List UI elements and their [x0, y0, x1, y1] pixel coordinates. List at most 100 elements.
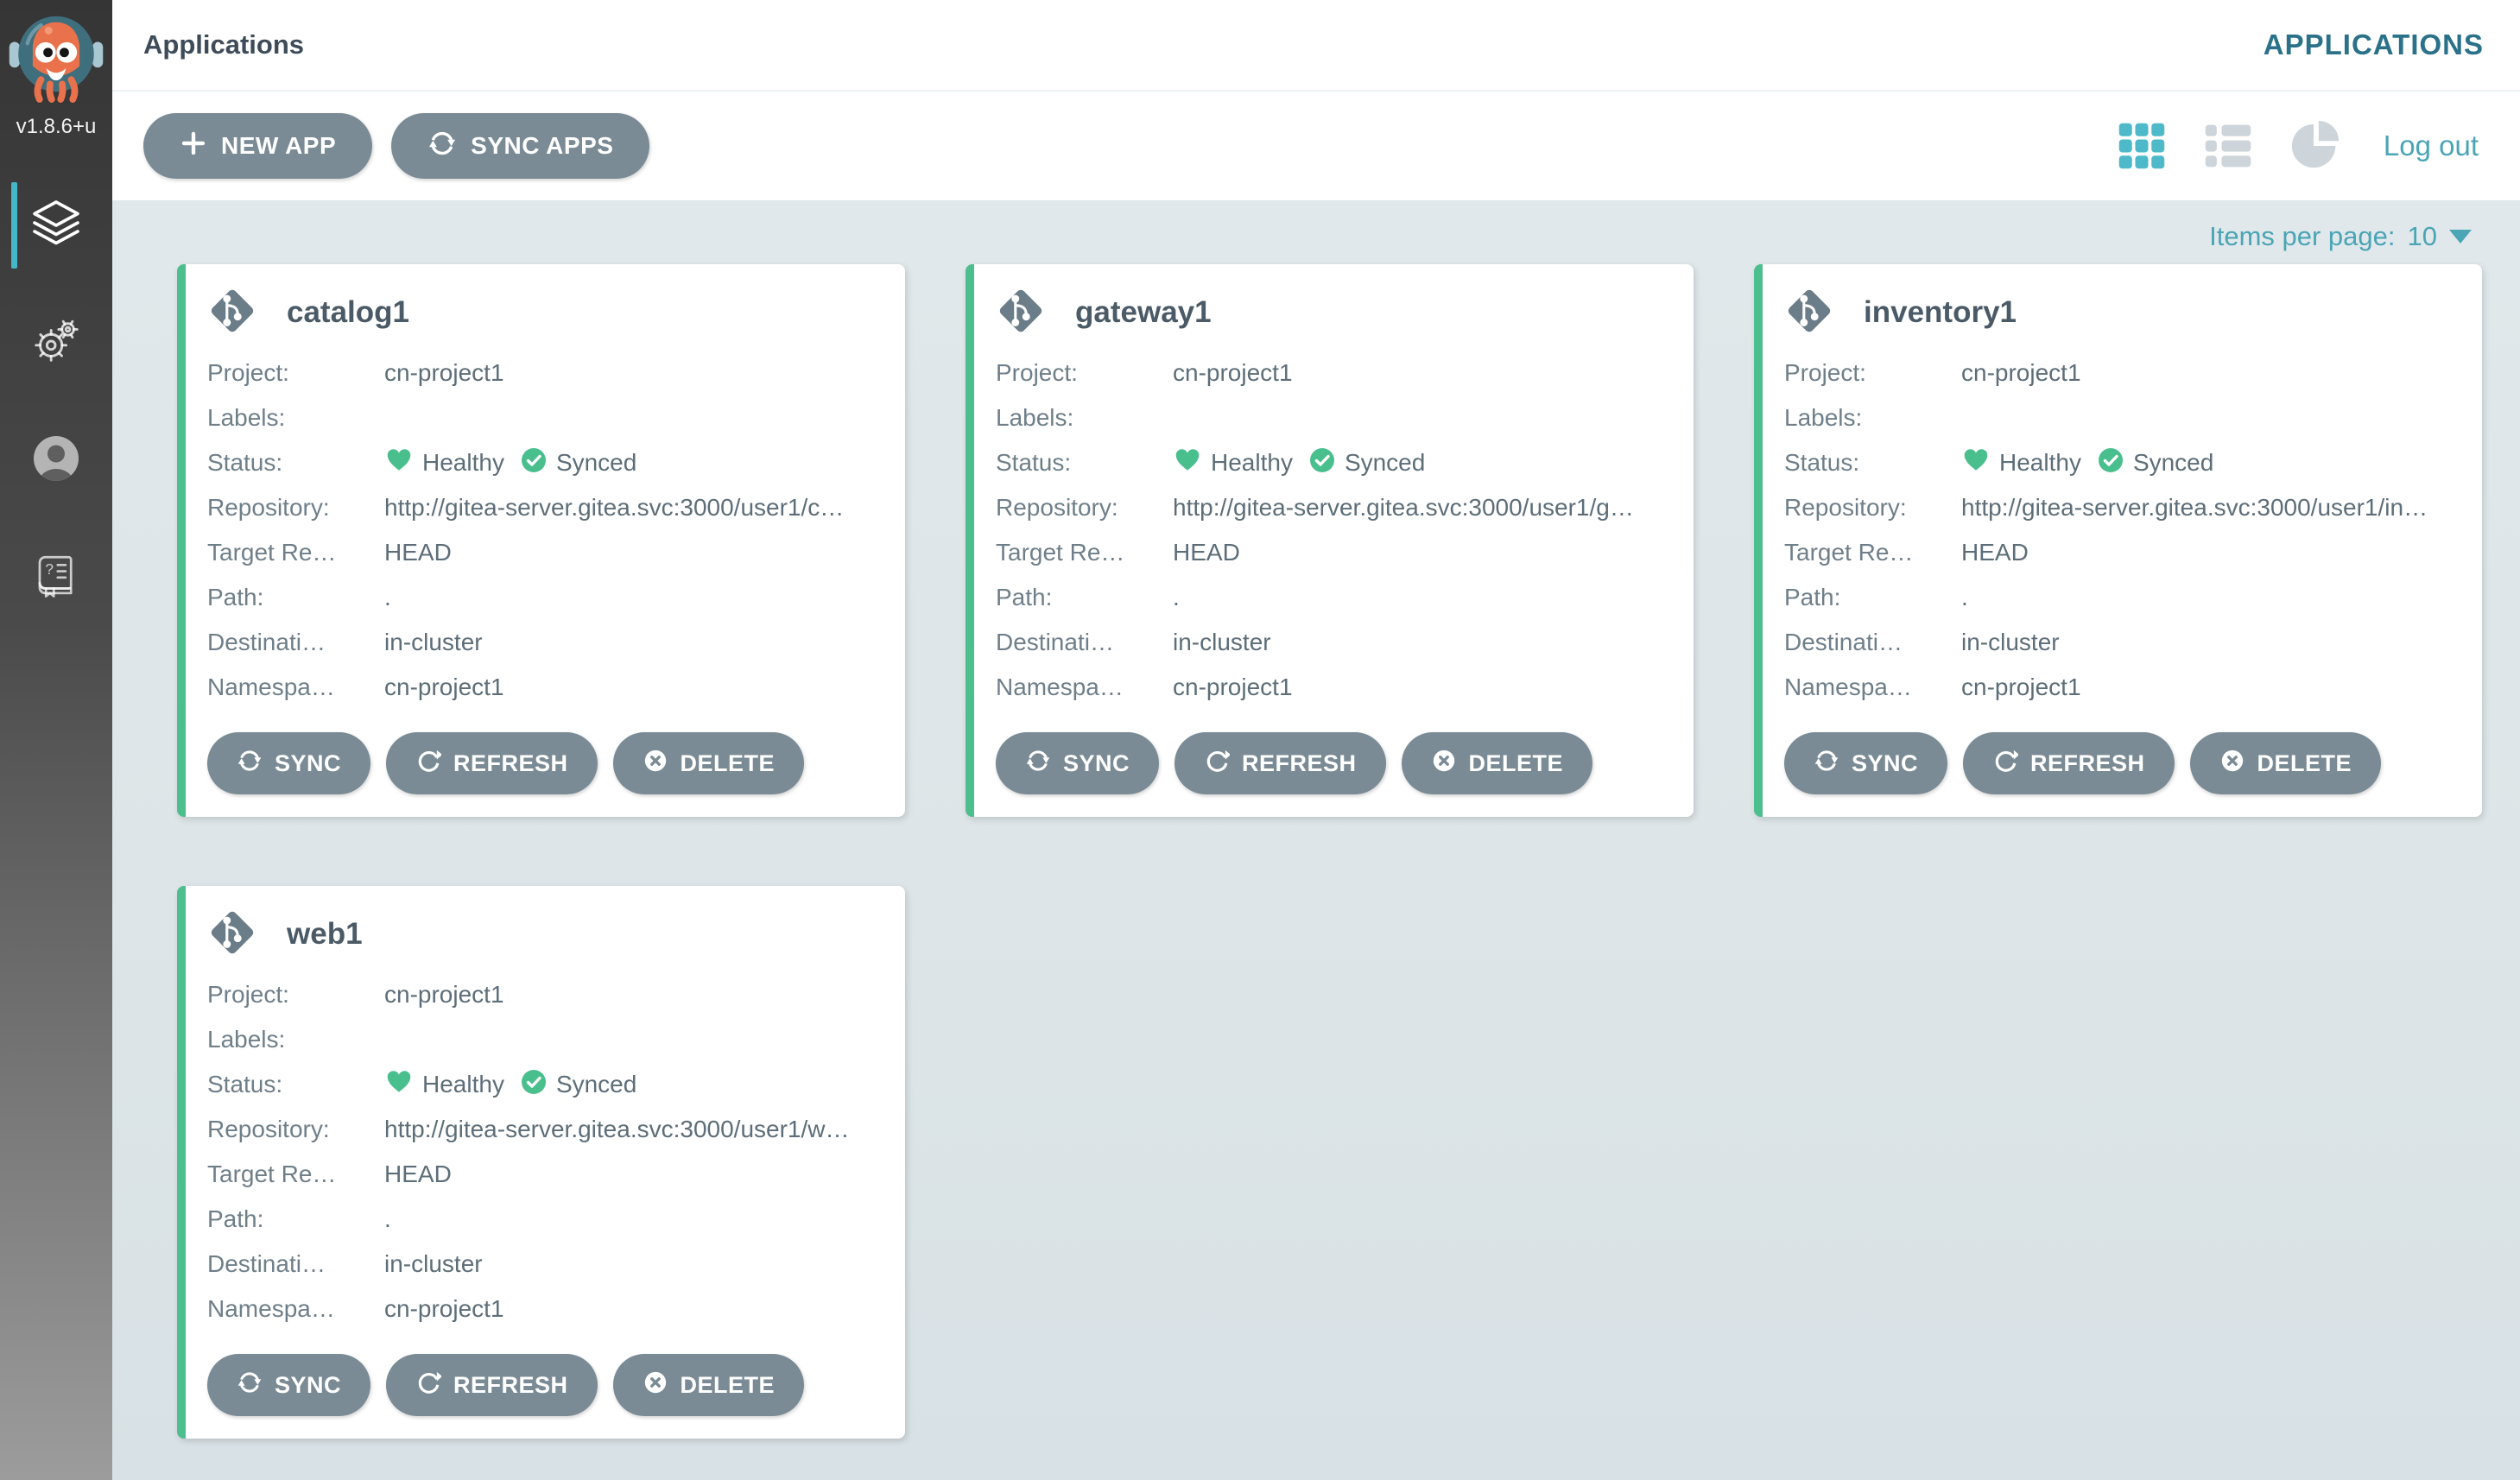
field-target-revision: Target Re… HEAD: [207, 530, 879, 575]
sync-label: SYNC: [275, 1371, 342, 1398]
sync-apps-button[interactable]: SYNC APPS: [391, 113, 650, 179]
field-value: .: [384, 1205, 391, 1232]
refresh-button[interactable]: REFRESH: [1963, 732, 2175, 794]
delete-label: DELETE: [2257, 749, 2352, 776]
delete-button[interactable]: DELETE: [1401, 732, 1593, 794]
field-value: http://gitea-server.gitea.svc:3000/user1…: [384, 494, 845, 521]
git-branch-diamond-icon: [207, 286, 257, 340]
refresh-button[interactable]: REFRESH: [1175, 732, 1386, 794]
layers-applications-icon: [28, 196, 84, 256]
field-label: Target Re…: [207, 1161, 337, 1187]
field-value: HEAD: [384, 1161, 452, 1187]
field-destination: Destinati… in-cluster: [1784, 620, 2456, 665]
delete-button[interactable]: DELETE: [612, 1354, 805, 1416]
field-label: Path:: [207, 584, 264, 610]
field-project: Project: cn-project1: [996, 351, 1668, 395]
refresh-button[interactable]: REFRESH: [386, 732, 598, 794]
card-actions: SYNC REFRESH DELETE: [996, 732, 1668, 794]
field-path: Path: .: [207, 1197, 879, 1242]
application-card[interactable]: gateway1 Project: cn-project1 Labels: St…: [966, 264, 1694, 817]
grid-view-icon[interactable]: [2116, 120, 2168, 172]
toolbar-right: Log out: [2116, 119, 2479, 173]
card-actions: SYNC REFRESH DELETE: [207, 1354, 879, 1416]
field-namespace: Namespa… cn-project1: [996, 665, 1668, 710]
field-destination: Destinati… in-cluster: [996, 620, 1668, 665]
field-value: in-cluster: [1961, 629, 2060, 655]
sidebar: v1.8.6+u ?: [0, 0, 112, 1480]
field-namespace: Namespa… cn-project1: [207, 1287, 879, 1331]
git-branch-diamond-icon: [996, 286, 1046, 340]
field-label: Status:: [207, 1071, 283, 1097]
refresh-label: REFRESH: [453, 749, 568, 776]
check-circle-synced-icon: [1308, 446, 1336, 480]
field-label: Namespa…: [996, 674, 1124, 700]
sync-icon: [237, 1369, 263, 1401]
field-label: Labels:: [1784, 404, 1863, 431]
toolbar: NEW APP SYNC APPS Log out: [112, 92, 2520, 200]
field-label: Labels:: [996, 404, 1074, 431]
breadcrumb[interactable]: Applications: [143, 29, 304, 60]
sync-button[interactable]: SYNC: [996, 732, 1160, 794]
sync-status: Synced: [1344, 449, 1426, 476]
field-label: Repository:: [1784, 494, 1907, 521]
sync-button[interactable]: SYNC: [207, 732, 371, 794]
delete-label: DELETE: [680, 1371, 776, 1398]
field-label: Repository:: [207, 1116, 330, 1142]
field-destination: Destinati… in-cluster: [207, 1242, 879, 1287]
field-value: cn-project1: [384, 981, 504, 1008]
field-label: Status:: [207, 449, 283, 476]
status-badges: Healthy Synced: [384, 446, 643, 481]
field-value: cn-project1: [384, 1295, 504, 1322]
delete-label: DELETE: [1468, 749, 1564, 776]
sync-status: Synced: [555, 1071, 637, 1097]
new-app-button[interactable]: NEW APP: [143, 113, 373, 179]
health-status: Healthy: [1211, 449, 1293, 476]
refresh-button[interactable]: REFRESH: [386, 1354, 598, 1416]
card-header: web1: [207, 908, 879, 960]
card-fields: Project: cn-project1 Labels: Status: Hea…: [1784, 351, 2456, 710]
field-value: in-cluster: [384, 629, 483, 655]
application-name: gateway1: [1075, 295, 1212, 329]
field-path: Path: .: [207, 575, 879, 620]
pagination-row: Items per page: 10: [112, 200, 2520, 252]
field-label: Namespa…: [207, 674, 335, 700]
pie-summary-icon[interactable]: [2289, 119, 2342, 173]
check-circle-synced-icon: [2097, 446, 2124, 480]
field-value: HEAD: [1961, 539, 2029, 566]
delete-button[interactable]: DELETE: [612, 732, 805, 794]
delete-button[interactable]: DELETE: [2189, 732, 2382, 794]
sidebar-item-applications[interactable]: [0, 182, 112, 269]
refresh-label: REFRESH: [1242, 749, 1357, 776]
field-labels: Labels:: [207, 1017, 879, 1062]
sync-icon: [237, 748, 263, 780]
list-view-icon[interactable]: [2202, 120, 2254, 172]
application-name: inventory1: [1864, 295, 2017, 329]
heart-healthy-icon: [1961, 446, 1991, 481]
refresh-icon: [415, 1369, 442, 1401]
logout-link[interactable]: Log out: [2384, 130, 2479, 162]
sync-button[interactable]: SYNC: [207, 1354, 371, 1416]
new-app-label: NEW APP: [221, 132, 337, 159]
field-label: Destinati…: [996, 629, 1114, 655]
application-card[interactable]: catalog1 Project: cn-project1 Labels: St…: [177, 264, 905, 817]
application-card[interactable]: web1 Project: cn-project1 Labels: Status…: [177, 886, 905, 1439]
field-value: http://gitea-server.gitea.svc:3000/user1…: [1173, 494, 1634, 521]
svg-text:?: ?: [45, 560, 54, 578]
sidebar-nav: ?: [0, 182, 112, 621]
sync-label: SYNC: [1063, 749, 1130, 776]
field-value: .: [1961, 584, 1968, 610]
application-card[interactable]: inventory1 Project: cn-project1 Labels: …: [1754, 264, 2482, 817]
user-circle-icon: [28, 431, 84, 490]
sidebar-item-user-info[interactable]: [0, 417, 112, 503]
field-label: Target Re…: [207, 539, 337, 566]
field-label: Status:: [996, 449, 1072, 476]
sync-label: SYNC: [1852, 749, 1919, 776]
sidebar-item-documentation[interactable]: ?: [0, 534, 112, 621]
card-fields: Project: cn-project1 Labels: Status: Hea…: [996, 351, 1668, 710]
sync-button[interactable]: SYNC: [1784, 732, 1948, 794]
argo-logo[interactable]: [0, 0, 112, 110]
items-per-page-dropdown[interactable]: Items per page: 10: [2209, 221, 2472, 252]
status-badges: Healthy Synced: [384, 1067, 643, 1103]
delete-circle-x-icon: [2219, 748, 2245, 780]
sidebar-item-settings[interactable]: [0, 300, 112, 386]
